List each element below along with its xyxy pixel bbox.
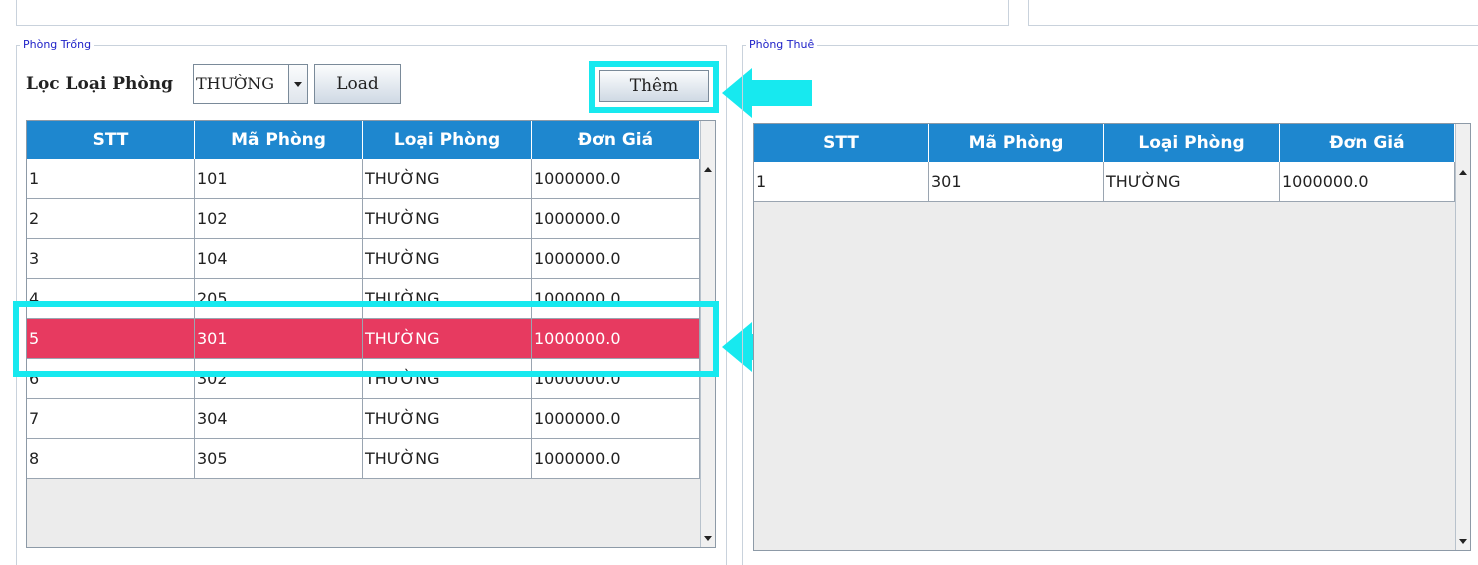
rented-rooms-legend: Phòng Thuê (746, 38, 818, 51)
table-cell-stt: 4 (27, 279, 195, 319)
table-cell-stt: 1 (27, 159, 195, 199)
table-cell-room-code: 304 (195, 399, 363, 439)
table-cell-room-type: THƯỜNG (363, 239, 532, 279)
top-right-panel (1028, 0, 1478, 26)
table-cell-price: 1000000.0 (532, 399, 700, 439)
room-type-combobox-value: THƯỜNG (196, 74, 275, 93)
left_panel-column-room-code[interactable]: Mã Phòng (195, 121, 363, 159)
table-cell-price: 1000000.0 (532, 439, 700, 479)
chevron-down-icon[interactable] (288, 65, 307, 103)
table-cell-room-type: THƯỜNG (363, 199, 532, 239)
empty-rooms-table[interactable]: STT Mã Phòng Loại Phòng Đơn Giá 1 101 THƯỜNG 1… (26, 120, 716, 548)
table-cell-room-code: 205 (195, 279, 363, 319)
rented-rooms-table[interactable]: STT Mã Phòng Loại Phòng Đơn Giá 1 301 THƯỜNG 1… (753, 123, 1471, 551)
table-cell-room-code: 305 (195, 439, 363, 479)
table-cell-price: 1000000.0 (532, 279, 700, 319)
empty-rooms-scrollbar[interactable] (700, 121, 715, 547)
table-row[interactable]: 3 104 THƯỜNG 1000000.0 (27, 239, 700, 279)
table-row[interactable]: 7 304 THƯỜNG 1000000.0 (27, 399, 700, 439)
table-cell-stt: 2 (27, 199, 195, 239)
table-cell-room-code: 301 (195, 319, 363, 359)
table-cell-price: 1000000.0 (532, 239, 700, 279)
table-row[interactable]: 8 305 THƯỜNG 1000000.0 (27, 439, 700, 479)
scroll-up-icon[interactable] (704, 167, 712, 172)
table-cell-price: 1000000.0 (532, 359, 700, 399)
table-cell-room-type: THƯỜNG (1104, 162, 1280, 202)
table-cell-room-type: THƯỜNG (363, 279, 532, 319)
table-row[interactable]: 1 101 THƯỜNG 1000000.0 (27, 159, 700, 199)
table-cell-room-type: THƯỜNG (363, 439, 532, 479)
left_panel-column-price[interactable]: Đơn Giá (532, 121, 700, 159)
empty-rooms-legend: Phòng Trống (20, 38, 95, 51)
empty-rooms-table-body: 1 101 THƯỜNG 1000000.0 2 102 THƯỜNG 1000000.0 3 1… (27, 159, 700, 479)
table-cell-price: 1000000.0 (532, 159, 700, 199)
rented-rooms-table-header: STT Mã Phòng Loại Phòng Đơn Giá (754, 124, 1455, 162)
table-row[interactable]: 4 205 THƯỜNG 1000000.0 (27, 279, 700, 319)
add-button[interactable]: Thêm (599, 70, 709, 102)
table-cell-stt: 8 (27, 439, 195, 479)
right_panel-column-room-code[interactable]: Mã Phòng (929, 124, 1104, 162)
table-cell-room-type: THƯỜNG (363, 319, 532, 359)
table-cell-stt: 1 (754, 162, 929, 202)
table-cell-room-code: 301 (929, 162, 1104, 202)
rented-rooms-table-body: 1 301 THƯỜNG 1000000.0 (754, 162, 1455, 202)
right_panel-column-room-type[interactable]: Loại Phòng (1104, 124, 1280, 162)
room-type-filter-label: Lọc Loại Phòng (26, 74, 173, 94)
table-cell-stt: 6 (27, 359, 195, 399)
empty-rooms-table-header: STT Mã Phòng Loại Phòng Đơn Giá (27, 121, 700, 159)
table-row[interactable]: 1 301 THƯỜNG 1000000.0 (754, 162, 1455, 202)
table-cell-room-type: THƯỜNG (363, 359, 532, 399)
table-cell-price: 1000000.0 (1280, 162, 1455, 202)
table-cell-room-code: 102 (195, 199, 363, 239)
top-left-panel (16, 0, 1009, 26)
table-cell-room-code: 104 (195, 239, 363, 279)
rented-rooms-scrollbar[interactable] (1455, 124, 1470, 550)
table-cell-price: 1000000.0 (532, 199, 700, 239)
table-cell-room-type: THƯỜNG (363, 159, 532, 199)
table-cell-room-code: 302 (195, 359, 363, 399)
load-button[interactable]: Load (314, 64, 401, 104)
table-cell-stt: 5 (27, 319, 195, 359)
table-cell-stt: 7 (27, 399, 195, 439)
room-type-combobox[interactable]: THƯỜNG (193, 64, 308, 104)
scroll-down-icon[interactable] (704, 536, 712, 541)
table-cell-price: 1000000.0 (532, 319, 700, 359)
table-row[interactable]: 5 301 THƯỜNG 1000000.0 (27, 319, 700, 359)
scroll-up-icon[interactable] (1459, 170, 1467, 175)
table-cell-room-type: THƯỜNG (363, 399, 532, 439)
left_panel-column-room-type[interactable]: Loại Phòng (363, 121, 532, 159)
table-row[interactable]: 6 302 THƯỜNG 1000000.0 (27, 359, 700, 399)
scroll-down-icon[interactable] (1459, 539, 1467, 544)
table-row[interactable]: 2 102 THƯỜNG 1000000.0 (27, 199, 700, 239)
right_panel-column-price[interactable]: Đơn Giá (1280, 124, 1455, 162)
left_panel-column-stt[interactable]: STT (27, 121, 195, 159)
table-cell-room-code: 101 (195, 159, 363, 199)
table-cell-stt: 3 (27, 239, 195, 279)
right_panel-column-stt[interactable]: STT (754, 124, 929, 162)
